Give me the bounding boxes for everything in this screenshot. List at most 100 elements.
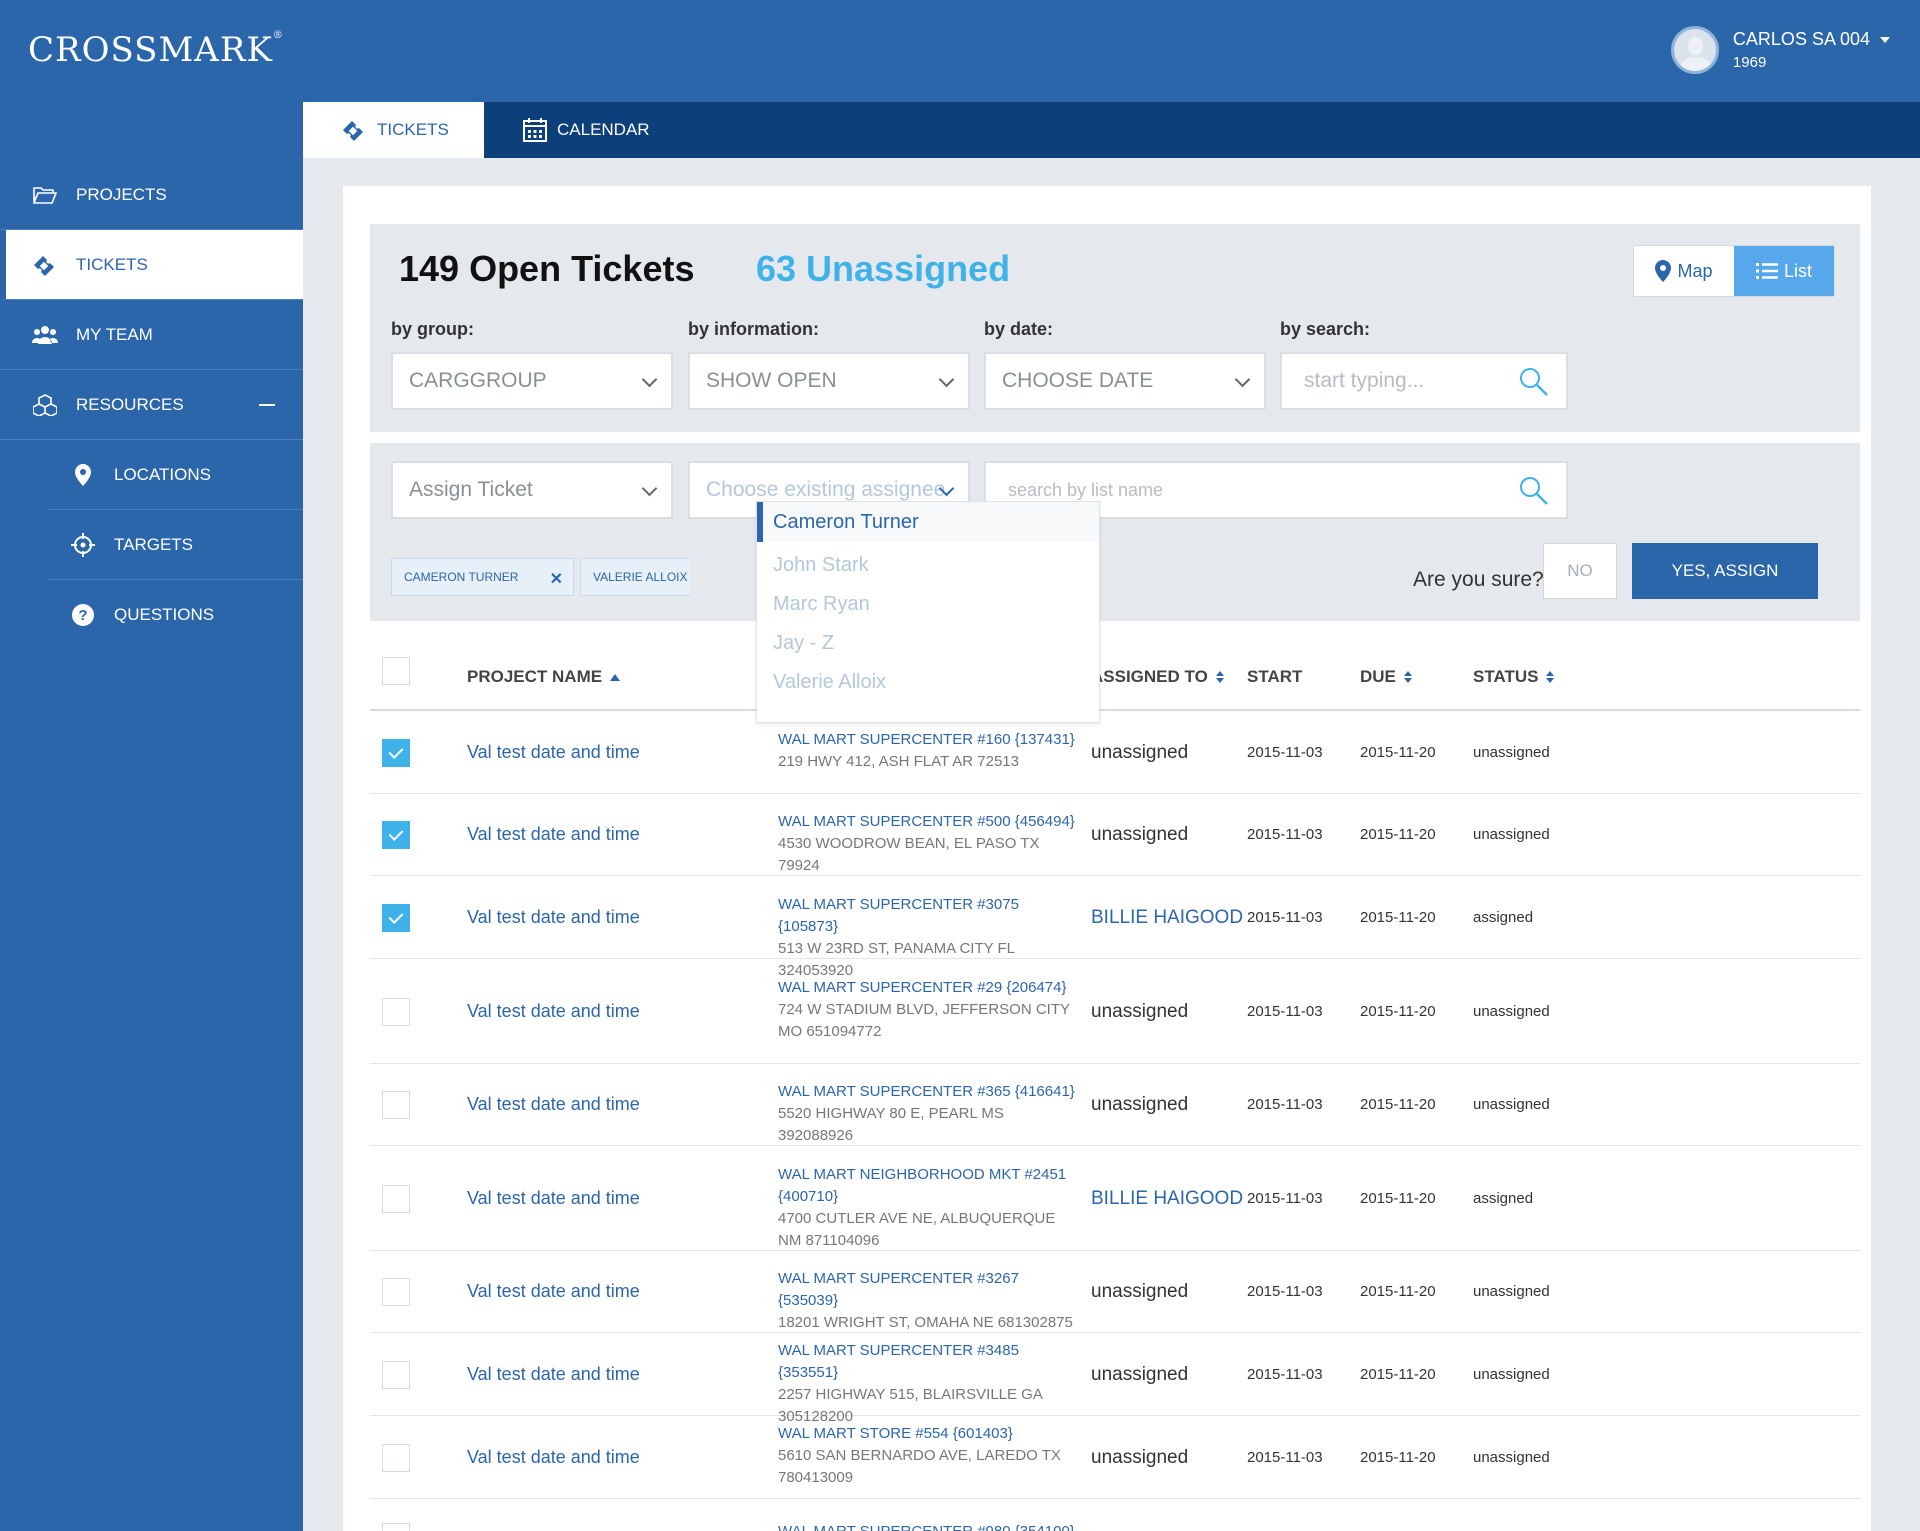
group-select[interactable]: CARGGROUP bbox=[391, 352, 673, 410]
tickets-table: PROJECT NAME ASSIGNED TO START DUE STATU… bbox=[370, 633, 1860, 1531]
store-address: 5520 HIGHWAY 80 E, PEARL MS 392088926 bbox=[778, 1105, 1004, 1144]
due-date-cell: 2015-11-20 bbox=[1360, 1096, 1436, 1113]
row-checkbox[interactable] bbox=[382, 1523, 410, 1531]
sidebar-item-targets[interactable]: TARGETS bbox=[48, 510, 303, 580]
table-row[interactable]: Val test date and time WAL MART SUPERCEN… bbox=[370, 1064, 1860, 1146]
store-name[interactable]: WAL MART SUPERCENTER #29 {206474} bbox=[778, 977, 1078, 999]
store-name[interactable]: WAL MART SUPERCENTER #160 {137431} bbox=[778, 729, 1078, 751]
row-checkbox[interactable] bbox=[382, 739, 410, 767]
project-name-header[interactable]: PROJECT NAME bbox=[467, 667, 621, 687]
row-checkbox[interactable] bbox=[382, 821, 410, 849]
status-cell: assigned bbox=[1473, 909, 1534, 926]
assigned-to-cell[interactable]: BILLIE HAIGOOD bbox=[1091, 907, 1243, 929]
store-name[interactable]: WAL MART STORE #554 {601403} bbox=[778, 1423, 1078, 1445]
assigned-to-cell[interactable]: BILLIE HAIGOOD bbox=[1091, 1188, 1243, 1210]
question-circle-icon: ? bbox=[68, 604, 98, 626]
table-row[interactable]: Val test date and time WAL MART SUPERCEN… bbox=[370, 1251, 1860, 1333]
search-icon[interactable] bbox=[1518, 475, 1550, 507]
table-row[interactable]: WAL MART SUPERCENTER #980 {354100} bbox=[370, 1499, 1860, 1531]
table-row[interactable]: Val test date and time WAL MART SUPERCEN… bbox=[370, 959, 1860, 1064]
sort-icon bbox=[1546, 671, 1555, 683]
map-view-button[interactable]: Map bbox=[1634, 246, 1734, 296]
date-select[interactable]: CHOOSE DATE bbox=[984, 352, 1266, 410]
row-checkbox[interactable] bbox=[382, 904, 410, 932]
unassigned-count[interactable]: 63 Unassigned bbox=[756, 248, 1010, 290]
store-name[interactable]: WAL MART SUPERCENTER #500 {456494} bbox=[778, 811, 1078, 833]
project-link[interactable]: Val test date and time bbox=[467, 907, 640, 928]
avatar[interactable] bbox=[1670, 26, 1719, 74]
project-link[interactable]: Val test date and time bbox=[467, 824, 640, 845]
crossmark-logo[interactable]: CROSSMARK® bbox=[28, 30, 284, 70]
select-all-checkbox[interactable] bbox=[382, 657, 410, 685]
project-link[interactable]: Val test date and time bbox=[467, 1001, 640, 1022]
sidebar-item-questions[interactable]: ? QUESTIONS bbox=[48, 580, 303, 650]
store-name[interactable]: WAL MART SUPERCENTER #3485 {353551} bbox=[778, 1340, 1078, 1384]
assignee-option[interactable]: Marc Ryan bbox=[757, 585, 1099, 624]
yes-assign-button[interactable]: YES, ASSIGN bbox=[1632, 543, 1818, 599]
chevron-down-icon[interactable] bbox=[1880, 36, 1890, 43]
user-menu[interactable]: CARLOS SA 004 1969 bbox=[1670, 25, 1890, 75]
sidebar-item-my-team[interactable]: MY TEAM bbox=[0, 300, 303, 370]
row-checkbox[interactable] bbox=[382, 1278, 410, 1306]
table-row[interactable]: Val test date and time WAL MART SUPERCEN… bbox=[370, 1333, 1860, 1425]
project-link[interactable]: Val test date and time bbox=[467, 1094, 640, 1115]
assignee-placeholder: Choose existing assignee bbox=[706, 478, 946, 501]
due-date-cell: 2015-11-20 bbox=[1360, 1449, 1436, 1466]
tab-tickets[interactable]: TICKETS bbox=[303, 102, 484, 158]
header-label: PROJECT NAME bbox=[467, 667, 603, 686]
store-name[interactable]: WAL MART SUPERCENTER #3075 {105873} bbox=[778, 894, 1078, 938]
table-row[interactable]: Val test date and time WAL MART NEIGHBOR… bbox=[370, 1146, 1860, 1251]
row-checkbox[interactable] bbox=[382, 1185, 410, 1213]
sidebar-item-projects[interactable]: PROJECTS bbox=[0, 160, 303, 230]
assigned-to-header[interactable]: ASSIGNED TO bbox=[1091, 667, 1224, 687]
assignee-option[interactable]: Valerie Alloix bbox=[757, 663, 1099, 702]
project-link[interactable]: Val test date and time bbox=[467, 1281, 640, 1302]
sort-icon bbox=[1215, 671, 1224, 683]
assignee-option[interactable]: Jay - Z bbox=[757, 624, 1099, 663]
information-select[interactable]: SHOW OPEN bbox=[688, 352, 970, 410]
sidebar-item-resources[interactable]: RESOURCES bbox=[0, 370, 303, 440]
assignee-option[interactable]: Cameron Turner bbox=[757, 502, 1099, 542]
search-icon[interactable] bbox=[1518, 366, 1550, 398]
row-checkbox[interactable] bbox=[382, 1361, 410, 1389]
sidebar-item-tickets[interactable]: TICKETS bbox=[0, 230, 303, 300]
row-checkbox[interactable] bbox=[382, 1091, 410, 1119]
assigned-to-cell: unassigned bbox=[1091, 824, 1189, 845]
map-label: Map bbox=[1677, 260, 1713, 281]
store-name[interactable]: WAL MART SUPERCENTER #365 {416641} bbox=[778, 1081, 1078, 1103]
remove-chip-icon[interactable]: ✕ bbox=[550, 569, 563, 589]
date-filter-label: by date: bbox=[984, 319, 1054, 339]
search-input[interactable]: start typing... bbox=[1280, 352, 1568, 410]
no-button[interactable]: NO bbox=[1543, 543, 1617, 599]
group-select-value: CARGGROUP bbox=[409, 369, 547, 392]
assignee-option[interactable]: John Stark bbox=[757, 546, 1099, 585]
assigned-to-cell: unassigned bbox=[1091, 742, 1189, 763]
row-checkbox[interactable] bbox=[382, 998, 410, 1026]
due-header[interactable]: DUE bbox=[1360, 667, 1412, 687]
sidebar-item-label: QUESTIONS bbox=[114, 605, 215, 624]
store-name[interactable]: WAL MART SUPERCENTER #980 {354100} bbox=[778, 1521, 1078, 1531]
project-link[interactable]: Val test date and time bbox=[467, 742, 640, 763]
project-link[interactable]: Val test date and time bbox=[467, 1364, 640, 1385]
list-view-button[interactable]: List bbox=[1734, 246, 1834, 296]
assigned-to-cell: unassigned bbox=[1091, 1447, 1189, 1468]
tab-calendar[interactable]: CALENDAR bbox=[523, 102, 650, 158]
tab-label: TICKETS bbox=[377, 120, 449, 139]
project-link[interactable]: Val test date and time bbox=[467, 1447, 640, 1468]
collapse-icon[interactable] bbox=[259, 404, 275, 406]
table-row[interactable]: Val test date and time WAL MART SUPERCEN… bbox=[370, 711, 1860, 794]
header-label: DUE bbox=[1360, 667, 1396, 686]
table-row[interactable]: Val test date and time WAL MART SUPERCEN… bbox=[370, 794, 1860, 876]
store-name[interactable]: WAL MART SUPERCENTER #3267 {535039} bbox=[778, 1268, 1078, 1312]
status-cell: assigned bbox=[1473, 1190, 1534, 1207]
project-link[interactable]: Val test date and time bbox=[467, 1188, 640, 1209]
table-row[interactable]: Val test date and time WAL MART SUPERCEN… bbox=[370, 876, 1860, 979]
store-name[interactable]: WAL MART NEIGHBORHOOD MKT #2451 {400710} bbox=[778, 1164, 1078, 1208]
table-row[interactable]: Val test date and time WAL MART STORE #5… bbox=[370, 1416, 1860, 1499]
status-header[interactable]: STATUS bbox=[1473, 667, 1555, 687]
sidebar-item-locations[interactable]: LOCATIONS bbox=[48, 440, 303, 510]
assign-ticket-select[interactable]: Assign Ticket bbox=[391, 461, 673, 519]
header-label: STATUS bbox=[1473, 667, 1539, 686]
store-address: 5610 SAN BERNARDO AVE, LAREDO TX 7804130… bbox=[778, 1447, 1061, 1486]
row-checkbox[interactable] bbox=[382, 1444, 410, 1472]
